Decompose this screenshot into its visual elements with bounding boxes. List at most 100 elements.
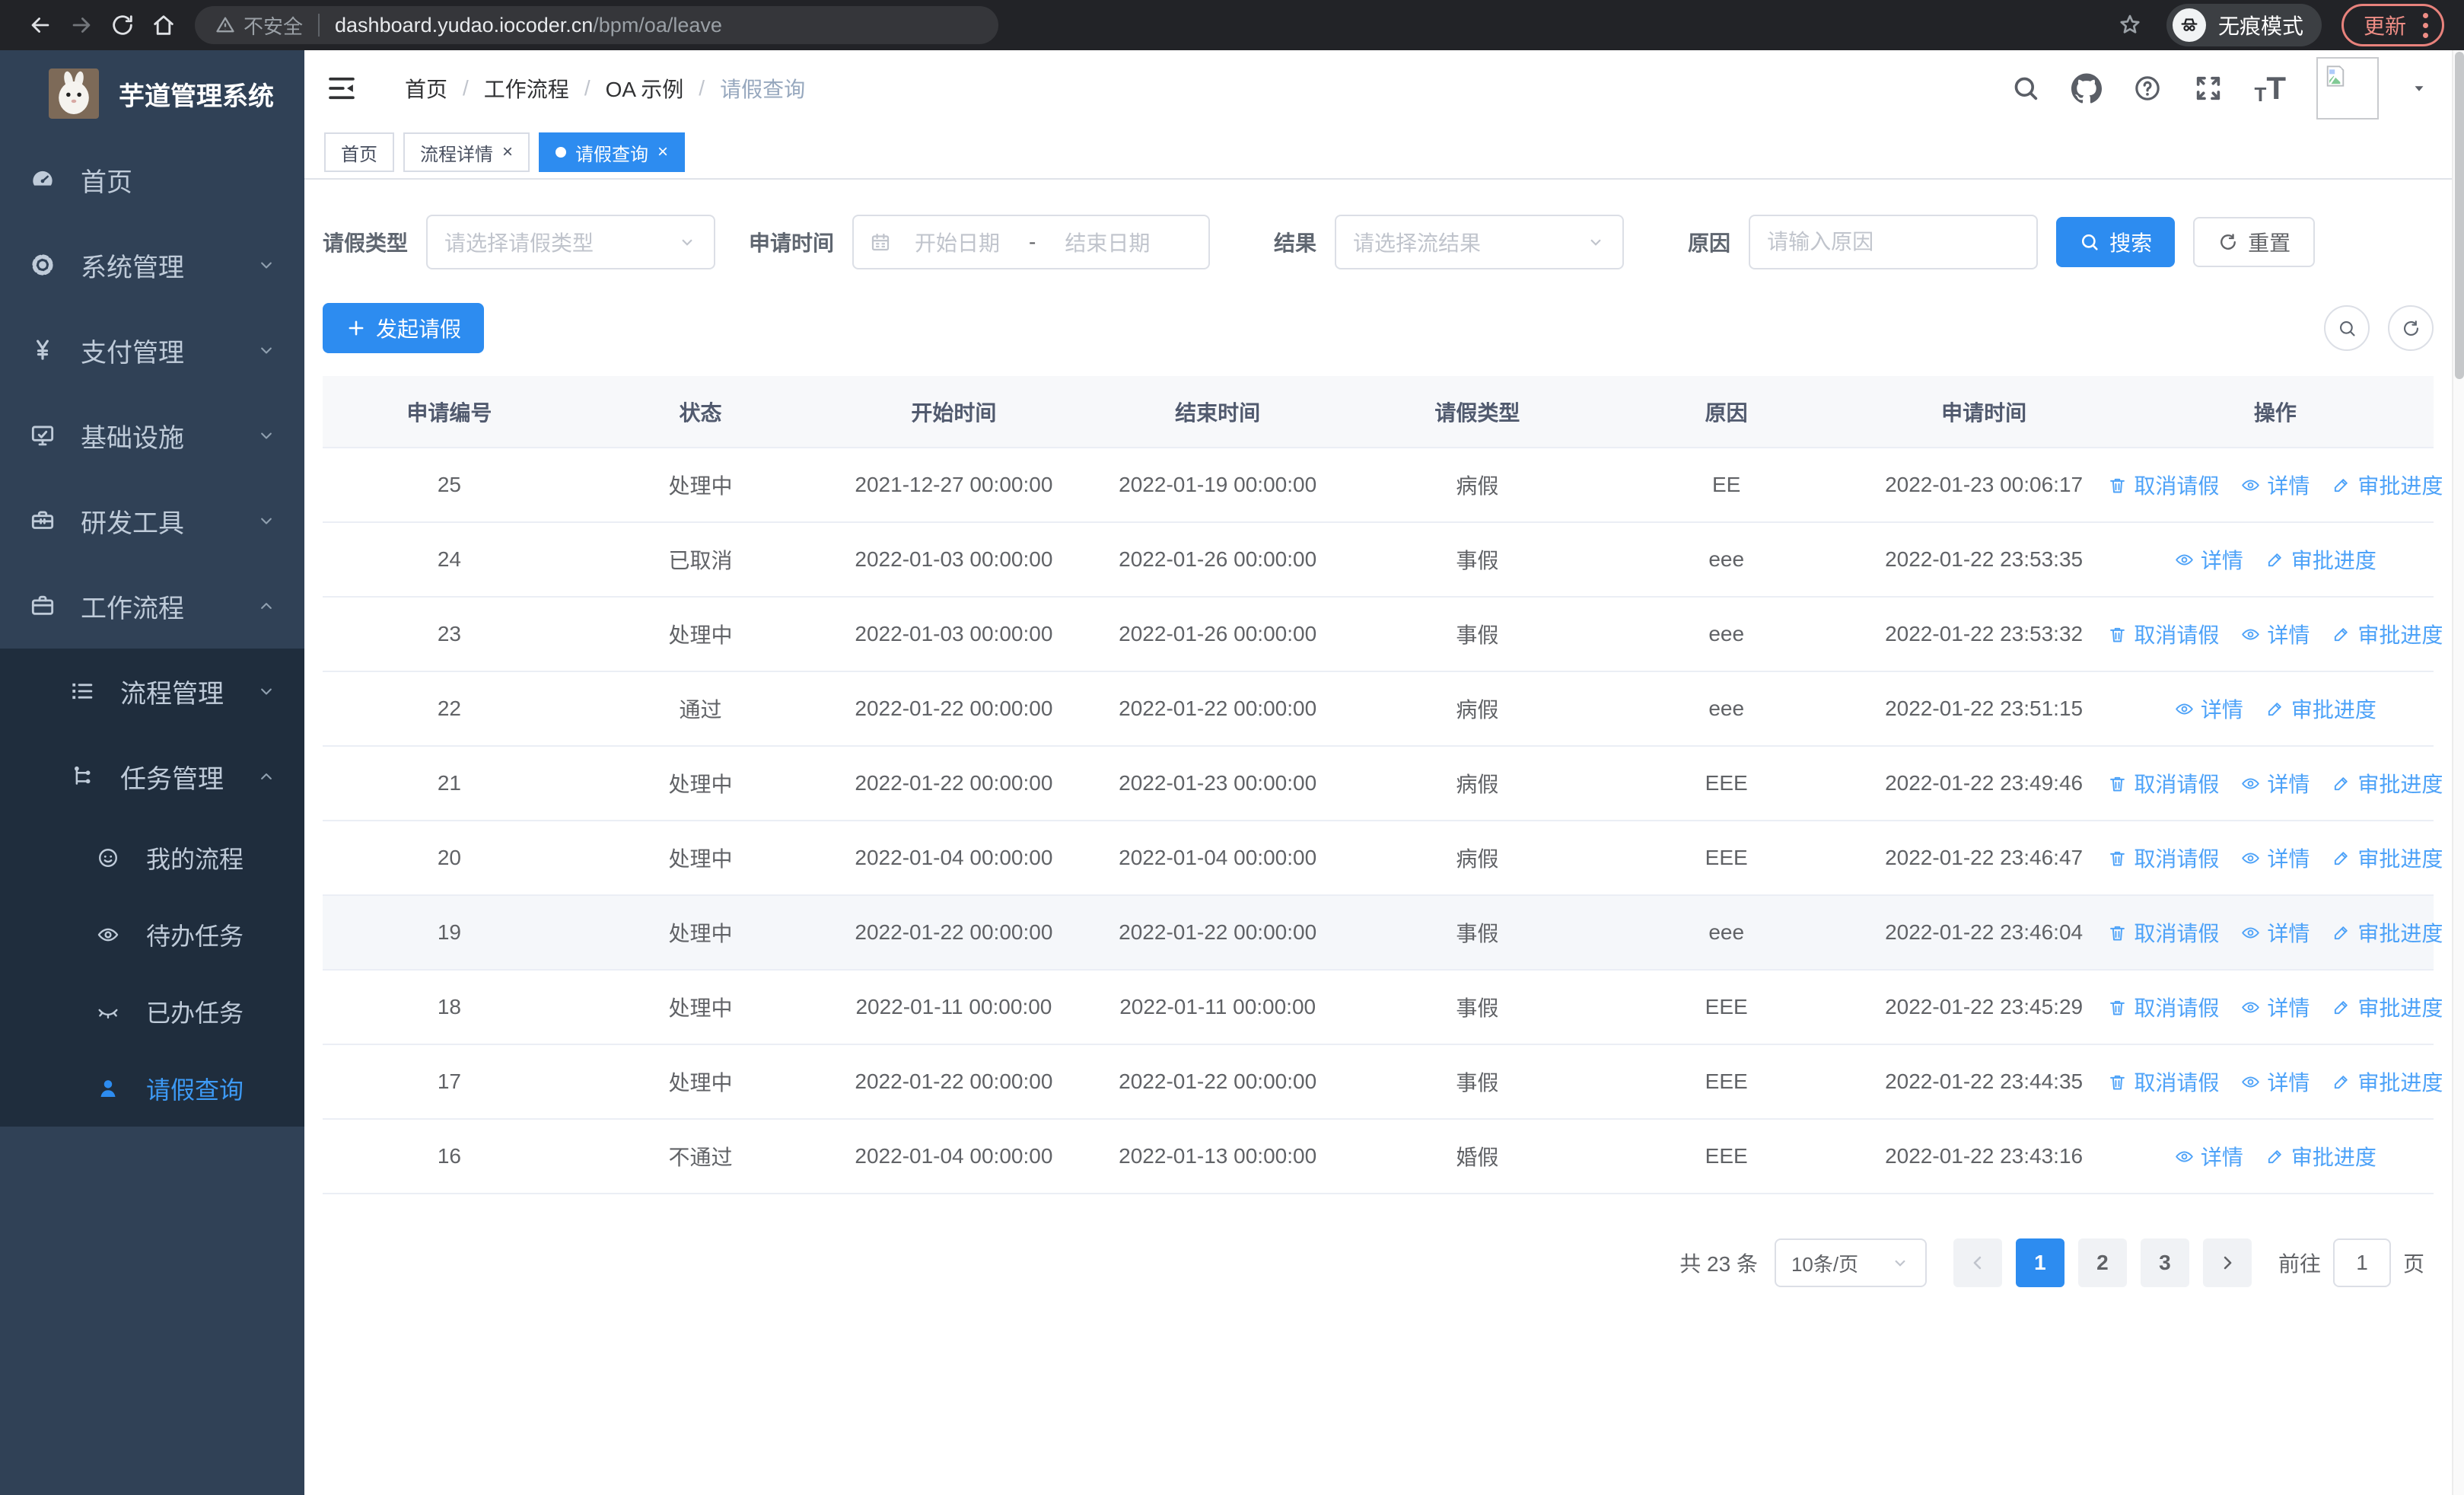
reload-icon[interactable] xyxy=(102,5,143,46)
sidebar-item-我的流程[interactable]: 我的流程 xyxy=(0,819,304,896)
security-label[interactable]: 不安全 xyxy=(244,11,303,40)
detail-action-link[interactable]: 详情 xyxy=(2240,843,2310,873)
fullscreen-icon[interactable] xyxy=(2193,73,2224,104)
briefcase-icon xyxy=(26,591,59,620)
cell-start: 2021-12-27 00:00:00 xyxy=(855,473,1053,496)
prev-page-button[interactable] xyxy=(1953,1238,2002,1287)
progress-action-link[interactable]: 审批进度 xyxy=(2331,619,2443,649)
progress-action-link[interactable]: 审批进度 xyxy=(2331,917,2443,948)
tab-首页[interactable]: 首页 xyxy=(324,132,394,172)
edit-icon xyxy=(2331,773,2351,794)
sidebar-item-任务管理[interactable]: 任务管理 xyxy=(0,734,304,819)
home-icon[interactable] xyxy=(143,5,184,46)
search-button[interactable]: 搜索 xyxy=(2056,217,2176,267)
cell-status: 处理中 xyxy=(668,773,733,796)
cell-start: 2022-01-11 00:00:00 xyxy=(855,995,1052,1018)
sidebar-item-流程管理[interactable]: 流程管理 xyxy=(0,649,304,734)
page-button-2[interactable]: 2 xyxy=(2077,1238,2127,1287)
toggle-search-button[interactable] xyxy=(2324,305,2370,351)
breadcrumb-item[interactable]: OA 示例 xyxy=(606,73,684,104)
view-icon xyxy=(2240,923,2261,943)
detail-action-link[interactable]: 详情 xyxy=(2240,619,2310,649)
goto-page-input[interactable] xyxy=(2332,1238,2391,1287)
apply-time-range-picker[interactable]: 开始日期 - 结束日期 xyxy=(852,215,1211,269)
github-icon[interactable] xyxy=(2071,73,2103,104)
caret-down-icon[interactable] xyxy=(2409,78,2429,98)
sidebar-item-待办任务[interactable]: 待办任务 xyxy=(0,896,304,973)
leave-type-select[interactable]: 请选择请假类型 xyxy=(426,215,716,269)
reset-button[interactable]: 重置 xyxy=(2193,217,2316,267)
detail-action-link[interactable]: 详情 xyxy=(2240,470,2310,500)
progress-action-link[interactable]: 审批进度 xyxy=(2331,768,2443,799)
tab-流程详情[interactable]: 流程详情 × xyxy=(403,132,530,172)
sidebar-item-已办任务[interactable]: 已办任务 xyxy=(0,973,304,1050)
cell-start: 2022-01-22 00:00:00 xyxy=(855,696,1053,720)
cell-type: 事假 xyxy=(1456,996,1499,1020)
create-leave-button[interactable]: 发起请假 xyxy=(323,303,485,353)
next-page-button[interactable] xyxy=(2202,1238,2252,1287)
scrollbar-thumb[interactable] xyxy=(2455,52,2464,379)
table-row: 16 不通过 2022-01-04 00:00:00 2022-01-13 00:00… xyxy=(323,1120,2434,1194)
progress-action-link[interactable]: 审批进度 xyxy=(2265,544,2376,575)
page-button-1[interactable]: 1 xyxy=(2015,1238,2064,1287)
detail-action-link[interactable]: 详情 xyxy=(2240,1066,2310,1097)
progress-action-link[interactable]: 审批进度 xyxy=(2265,693,2376,724)
progress-action-link[interactable]: 审批进度 xyxy=(2265,1141,2376,1171)
page-button-3[interactable]: 3 xyxy=(2140,1238,2189,1287)
sidebar-fold-icon[interactable] xyxy=(326,72,358,104)
page-scrollbar[interactable] xyxy=(2452,50,2464,1495)
detail-action-link[interactable]: 详情 xyxy=(2174,693,2243,724)
bookmark-star-icon[interactable] xyxy=(2116,11,2144,39)
progress-action-link[interactable]: 审批进度 xyxy=(2331,470,2443,500)
menu-dots-icon[interactable] xyxy=(2423,12,2428,38)
cancel-action-link[interactable]: 取消请假 xyxy=(2107,470,2219,500)
back-icon[interactable] xyxy=(20,5,61,46)
cancel-action-link[interactable]: 取消请假 xyxy=(2107,917,2219,948)
cancel-action-link[interactable]: 取消请假 xyxy=(2107,843,2219,873)
table-row: 19 处理中 2022-01-22 00:00:00 2022-01-22 00:00… xyxy=(323,896,2443,971)
close-icon[interactable]: × xyxy=(657,142,668,163)
detail-action-link[interactable]: 详情 xyxy=(2240,992,2310,1022)
forward-icon[interactable] xyxy=(61,5,102,46)
cell-applied: 2022-01-22 23:43:16 xyxy=(1885,1144,2084,1168)
tags-view-bar: 首页 流程详情 × 请假查询 × xyxy=(304,126,2452,180)
detail-action-link[interactable]: 详情 xyxy=(2174,544,2243,575)
page-size-select[interactable]: 10条/页 xyxy=(1774,1238,1927,1287)
face-icon xyxy=(91,845,125,871)
help-icon[interactable] xyxy=(2132,73,2163,104)
tab-请假查询[interactable]: 请假查询 × xyxy=(539,132,686,172)
sidebar-item-工作流程[interactable]: 工作流程 xyxy=(0,563,304,649)
cell-end: 2022-01-11 00:00:00 xyxy=(1119,995,1316,1018)
view-icon xyxy=(2240,1072,2261,1092)
sidebar-item-支付管理[interactable]: 支付管理 xyxy=(0,308,304,393)
close-icon[interactable]: × xyxy=(502,142,513,163)
address-bar[interactable]: 不安全 dashboard.yudao.iocoder.cn /bpm/oa/l… xyxy=(195,6,998,44)
cancel-action-link[interactable]: 取消请假 xyxy=(2107,619,2219,649)
progress-action-link[interactable]: 审批进度 xyxy=(2331,992,2443,1022)
font-size-icon[interactable]: TT xyxy=(2254,70,2286,107)
cell-applied: 2022-01-22 23:51:15 xyxy=(1885,696,2084,720)
sidebar-item-研发工具[interactable]: 研发工具 xyxy=(0,478,304,563)
result-select[interactable]: 请选择流结果 xyxy=(1335,215,1625,269)
sidebar-item-首页[interactable]: 首页 xyxy=(0,137,304,222)
detail-action-link[interactable]: 详情 xyxy=(2240,917,2310,948)
update-button[interactable]: 更新 xyxy=(2341,4,2444,46)
cancel-action-link[interactable]: 取消请假 xyxy=(2107,1066,2219,1097)
cancel-action-link[interactable]: 取消请假 xyxy=(2107,992,2219,1022)
breadcrumb-item[interactable]: 首页 xyxy=(405,73,447,104)
sidebar-item-系统管理[interactable]: 系统管理 xyxy=(0,222,304,308)
sidebar-item-请假查询[interactable]: 请假查询 xyxy=(0,1050,304,1127)
cancel-action-link[interactable]: 取消请假 xyxy=(2107,768,2219,799)
detail-action-link[interactable]: 详情 xyxy=(2240,768,2310,799)
breadcrumb-item[interactable]: 工作流程 xyxy=(484,73,569,104)
refresh-table-button[interactable] xyxy=(2388,305,2434,351)
search-icon[interactable] xyxy=(2010,73,2041,104)
edit-icon xyxy=(2331,997,2351,1018)
progress-action-link[interactable]: 审批进度 xyxy=(2331,843,2443,873)
detail-action-link[interactable]: 详情 xyxy=(2174,1141,2243,1171)
avatar[interactable] xyxy=(2316,57,2379,120)
reason-input[interactable] xyxy=(1749,215,2039,269)
cell-applied: 2022-01-22 23:46:04 xyxy=(1885,920,2084,944)
progress-action-link[interactable]: 审批进度 xyxy=(2331,1066,2443,1097)
sidebar-item-基础设施[interactable]: 基础设施 xyxy=(0,393,304,478)
